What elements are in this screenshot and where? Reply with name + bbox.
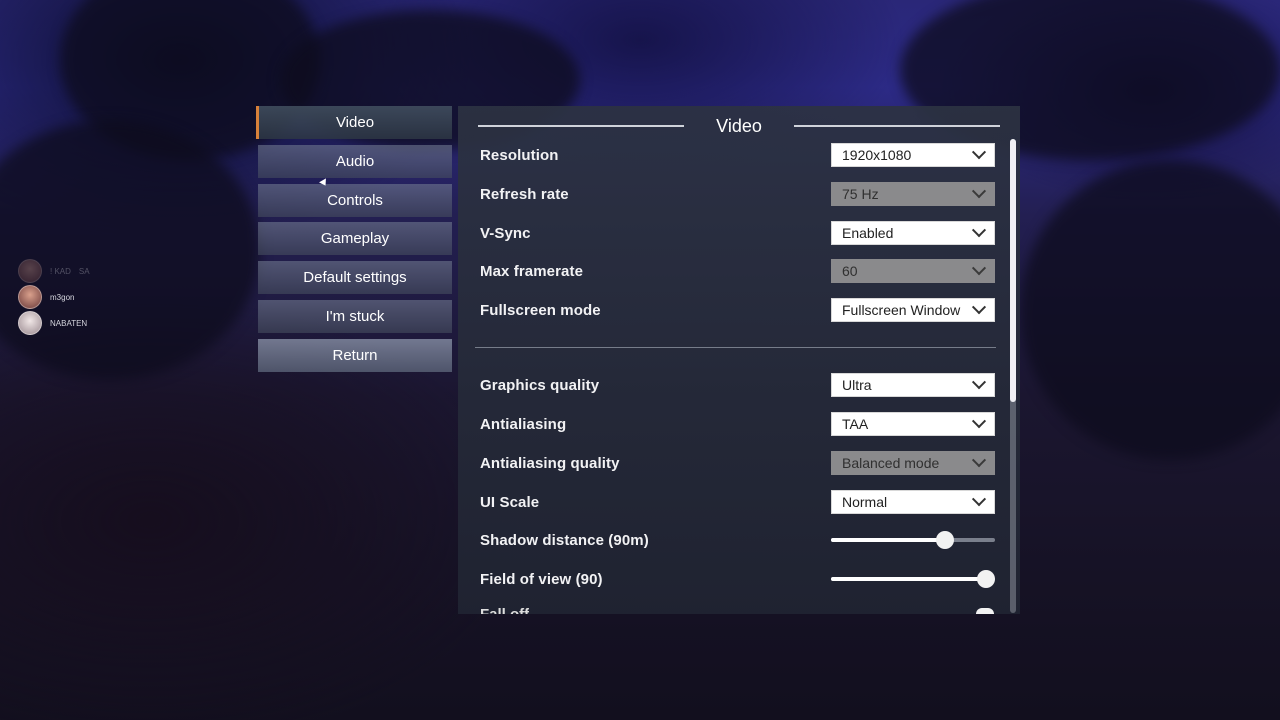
slider-handle[interactable]	[936, 531, 955, 549]
max-framerate-dropdown: 60	[831, 259, 995, 283]
setting-label: Refresh rate	[480, 185, 569, 203]
setting-row-refresh-rate: Refresh rate 75 Hz	[480, 181, 995, 207]
menu-label: Controls	[327, 191, 383, 209]
shadow-distance-slider[interactable]	[831, 530, 995, 550]
menu-gameplay-button[interactable]: Gameplay	[258, 222, 452, 256]
setting-label: UI Scale	[480, 493, 540, 511]
setting-label-partial: Fall off	[480, 606, 529, 614]
setting-row-field-of-view: Field of view (90)	[480, 566, 995, 592]
field-of-view-slider[interactable]	[831, 569, 995, 589]
setting-row-graphics-quality: Graphics quality Ultra	[480, 372, 995, 398]
player-row: NABATEN	[18, 310, 90, 336]
return-button[interactable]: Return	[258, 338, 452, 372]
player-tag: SA	[78, 266, 90, 276]
chevron-down-icon	[971, 184, 987, 199]
setting-row-antialiasing: Antialiasing TAA	[480, 411, 995, 437]
setting-row-fullscreen-mode: Fullscreen mode Fullscreen Window	[480, 297, 995, 323]
dropdown-value: 60	[842, 263, 858, 279]
dropdown-value: Fullscreen Window	[842, 302, 961, 318]
player-name: m3gon	[50, 292, 75, 302]
player-row: m3gon	[18, 284, 90, 310]
setting-label: Field of view (90)	[480, 570, 603, 588]
dropdown-value: 75 Hz	[842, 186, 879, 202]
setting-label: Antialiasing quality	[480, 454, 620, 472]
avatar	[18, 311, 42, 335]
avatar	[18, 259, 42, 283]
menu-label: Default settings	[303, 269, 407, 287]
graphics-quality-dropdown[interactable]: Ultra	[831, 373, 995, 397]
setting-label: Max framerate	[480, 262, 584, 280]
slider-fill	[831, 538, 946, 542]
resolution-dropdown[interactable]: 1920x1080	[831, 143, 995, 167]
panel-title: Video	[716, 115, 762, 136]
dropdown-value: Enabled	[842, 225, 894, 241]
menu-audio-button[interactable]: Audio	[258, 144, 452, 178]
antialiasing-quality-dropdown: Balanced mode	[831, 451, 995, 475]
setting-row-max-framerate: Max framerate 60	[480, 258, 995, 284]
slider-fill	[831, 577, 986, 581]
header-divider	[793, 125, 1000, 127]
panel-header: Video	[478, 114, 1000, 138]
header-divider	[478, 125, 685, 127]
chevron-down-icon	[971, 223, 987, 238]
antialiasing-dropdown[interactable]: TAA	[831, 412, 995, 436]
chevron-down-icon	[971, 261, 987, 276]
setting-label: Shadow distance (90m)	[480, 531, 649, 549]
scrollbar-thumb[interactable]	[1010, 139, 1016, 402]
setting-label: Graphics quality	[480, 376, 600, 394]
setting-row-ui-scale: UI Scale Normal	[480, 489, 995, 515]
panel-scrollbar[interactable]	[1010, 139, 1016, 613]
menu-label: Audio	[335, 152, 375, 170]
refresh-rate-dropdown: 75 Hz	[831, 182, 995, 206]
chevron-down-icon	[971, 300, 987, 315]
setting-row-vsync: V-Sync Enabled	[480, 220, 995, 246]
setting-row-resolution: Resolution 1920x1080	[480, 142, 995, 168]
dropdown-value: TAA	[842, 416, 869, 432]
player-list: ! KAD SA m3gon NABATEN	[18, 258, 90, 336]
chevron-down-icon	[971, 414, 987, 429]
menu-im-stuck-button[interactable]: I'm stuck	[258, 299, 452, 333]
dropdown-value: Normal	[842, 494, 888, 510]
setting-label: Resolution	[480, 146, 559, 164]
setting-label: Fullscreen mode	[480, 301, 601, 319]
player-name: ! KAD	[50, 266, 71, 276]
chevron-down-icon	[971, 145, 987, 160]
menu-label: I'm stuck	[325, 307, 385, 325]
video-settings-panel: Video Resolution 1920x1080 Refresh rate …	[458, 106, 1020, 614]
slider-handle[interactable]	[977, 570, 995, 588]
avatar	[18, 285, 42, 309]
setting-row-shadow-distance: Shadow distance (90m)	[480, 527, 995, 553]
fullscreen-mode-dropdown[interactable]: Fullscreen Window	[831, 298, 995, 322]
slider-handle[interactable]	[976, 608, 994, 614]
dropdown-value: Ultra	[842, 377, 872, 393]
player-row: ! KAD SA	[18, 258, 90, 284]
menu-controls-button[interactable]: Controls	[258, 183, 452, 217]
setting-label: Antialiasing	[480, 415, 567, 433]
settings-menu: Video Audio Controls Gameplay Default se…	[256, 106, 452, 378]
chevron-down-icon	[971, 453, 987, 468]
chevron-down-icon	[971, 375, 987, 390]
setting-label: V-Sync	[480, 224, 531, 242]
section-divider	[475, 347, 996, 348]
chevron-down-icon	[971, 492, 987, 507]
ui-scale-dropdown[interactable]: Normal	[831, 490, 995, 514]
setting-row-antialiasing-quality: Antialiasing quality Balanced mode	[480, 450, 995, 476]
menu-label: Video	[335, 114, 375, 131]
dropdown-value: 1920x1080	[842, 147, 912, 163]
menu-label: Gameplay	[320, 230, 390, 248]
return-label: Return	[332, 346, 378, 364]
menu-video-button[interactable]: Video	[256, 106, 452, 139]
dropdown-value: Balanced mode	[842, 455, 940, 471]
player-name: NABATEN	[50, 318, 88, 328]
vsync-dropdown[interactable]: Enabled	[831, 221, 995, 245]
menu-default-settings-button[interactable]: Default settings	[258, 261, 452, 295]
